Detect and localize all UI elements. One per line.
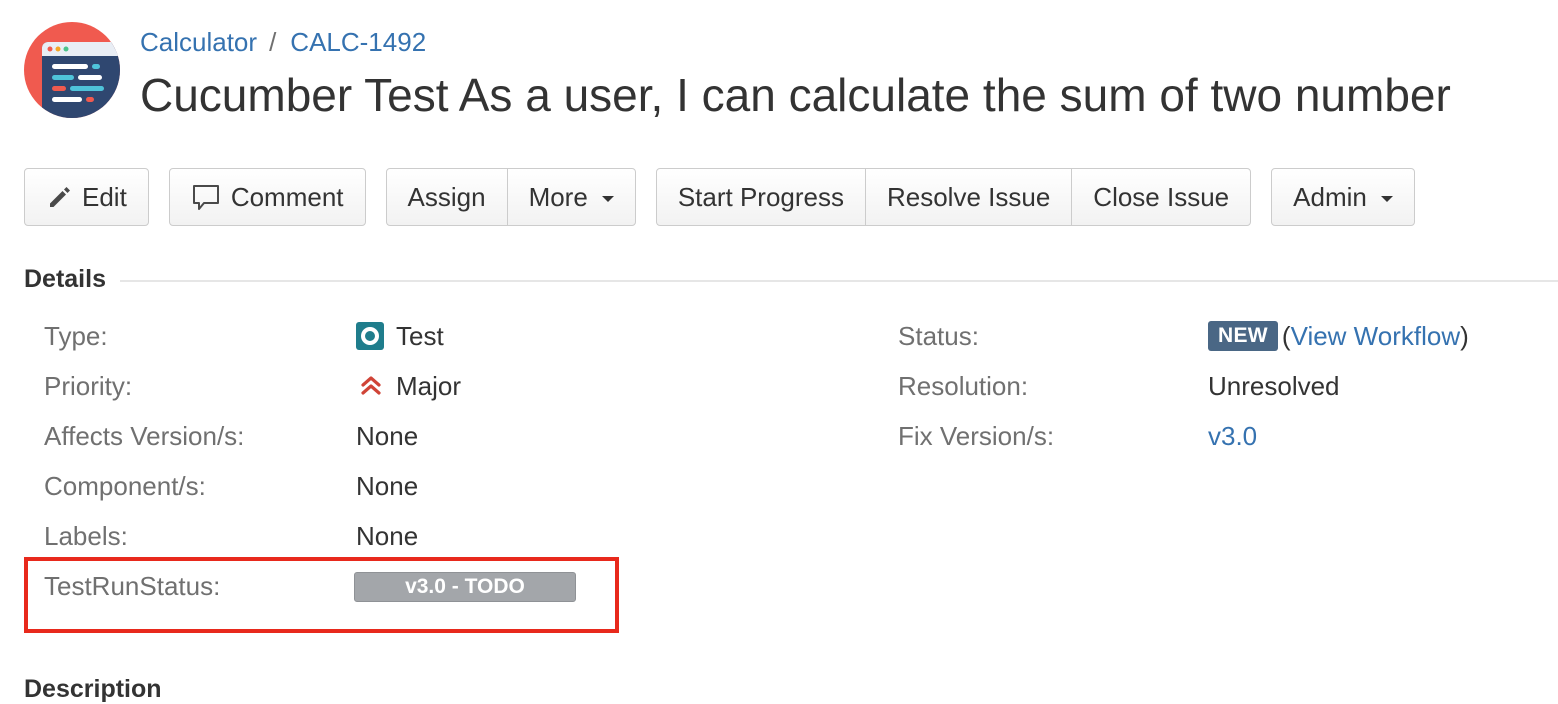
issue-toolbar: Edit Comment Assign More Start Progress …: [24, 168, 1435, 228]
view-workflow-link[interactable]: View Workflow: [1291, 320, 1461, 352]
resolve-issue-button[interactable]: Resolve Issue: [864, 168, 1073, 226]
type-label: Type:: [44, 321, 108, 351]
labels-value[interactable]: None: [356, 520, 418, 552]
fix-version-link[interactable]: v3.0: [1208, 420, 1257, 452]
description-heading[interactable]: Description: [24, 674, 162, 704]
breadcrumb-issue-key-link[interactable]: CALC-1492: [290, 27, 426, 57]
affects-versions-value[interactable]: None: [356, 420, 418, 452]
issue-title[interactable]: Cucumber Test As a user, I can calculate…: [140, 68, 1451, 122]
fix-versions-value: v3.0: [1208, 420, 1257, 452]
comment-button[interactable]: Comment: [168, 168, 366, 226]
type-value-text: Test: [396, 321, 444, 351]
status-value: NEW (View Workflow): [1208, 320, 1469, 352]
components-value[interactable]: None: [356, 470, 418, 502]
details-divider: [24, 280, 1558, 282]
priority-value-text: Major: [396, 371, 462, 401]
paren-close: ): [1460, 321, 1469, 351]
more-button-label: More: [528, 182, 588, 212]
labels-label: Labels:: [44, 521, 128, 551]
test-type-icon: [356, 322, 384, 350]
comment-button-label: Comment: [230, 182, 344, 212]
priority-label: Priority:: [44, 371, 133, 401]
resolution-value: Unresolved: [1208, 371, 1340, 401]
project-avatar[interactable]: [24, 22, 120, 118]
edit-button-group: Edit: [24, 168, 149, 228]
admin-button-label: Admin: [1293, 182, 1367, 212]
admin-button-group: Admin: [1271, 168, 1415, 228]
priority-value: Major: [356, 370, 461, 402]
resolve-issue-button-label: Resolve Issue: [886, 182, 1051, 212]
status-label: Status:: [898, 321, 979, 351]
admin-button[interactable]: Admin: [1271, 168, 1415, 226]
assign-button-label: Assign: [407, 182, 486, 212]
workflow-button-group: Start Progress Resolve Issue Close Issue: [655, 168, 1252, 228]
components-label: Component/s:: [44, 471, 206, 501]
issue-header: Calculator / CALC-1492 Cucumber Test As a …: [24, 22, 1544, 122]
details-heading[interactable]: Details: [24, 264, 120, 294]
close-issue-button[interactable]: Close Issue: [1071, 168, 1252, 226]
priority-major-icon: [360, 374, 382, 398]
edit-button[interactable]: Edit: [24, 168, 149, 226]
pencil-icon: [46, 184, 72, 210]
more-button[interactable]: More: [506, 168, 636, 226]
start-progress-button[interactable]: Start Progress: [655, 168, 866, 226]
assign-button[interactable]: Assign: [385, 168, 508, 226]
start-progress-button-label: Start Progress: [677, 182, 844, 212]
status-badge: NEW: [1208, 321, 1278, 351]
test-run-status-highlight: [24, 557, 619, 633]
assign-more-button-group: Assign More: [385, 168, 636, 228]
edit-button-label: Edit: [82, 182, 127, 212]
breadcrumb: Calculator / CALC-1492: [140, 26, 426, 58]
comment-icon: [191, 182, 221, 212]
fix-versions-label: Fix Version/s:: [898, 421, 1055, 451]
type-value: Test: [356, 320, 444, 352]
paren-open: (: [1281, 321, 1291, 351]
details-section-heading: Details: [24, 264, 1558, 296]
chevron-down-icon: [601, 195, 614, 202]
breadcrumb-separator: /: [269, 27, 277, 57]
chevron-down-icon: [1380, 195, 1393, 202]
affects-versions-label: Affects Version/s:: [44, 421, 245, 451]
close-issue-button-label: Close Issue: [1093, 182, 1230, 212]
resolution-label: Resolution:: [898, 371, 1029, 401]
breadcrumb-project-link[interactable]: Calculator: [140, 27, 257, 57]
comment-button-group: Comment: [168, 168, 366, 228]
project-logo-icon: [42, 42, 120, 118]
